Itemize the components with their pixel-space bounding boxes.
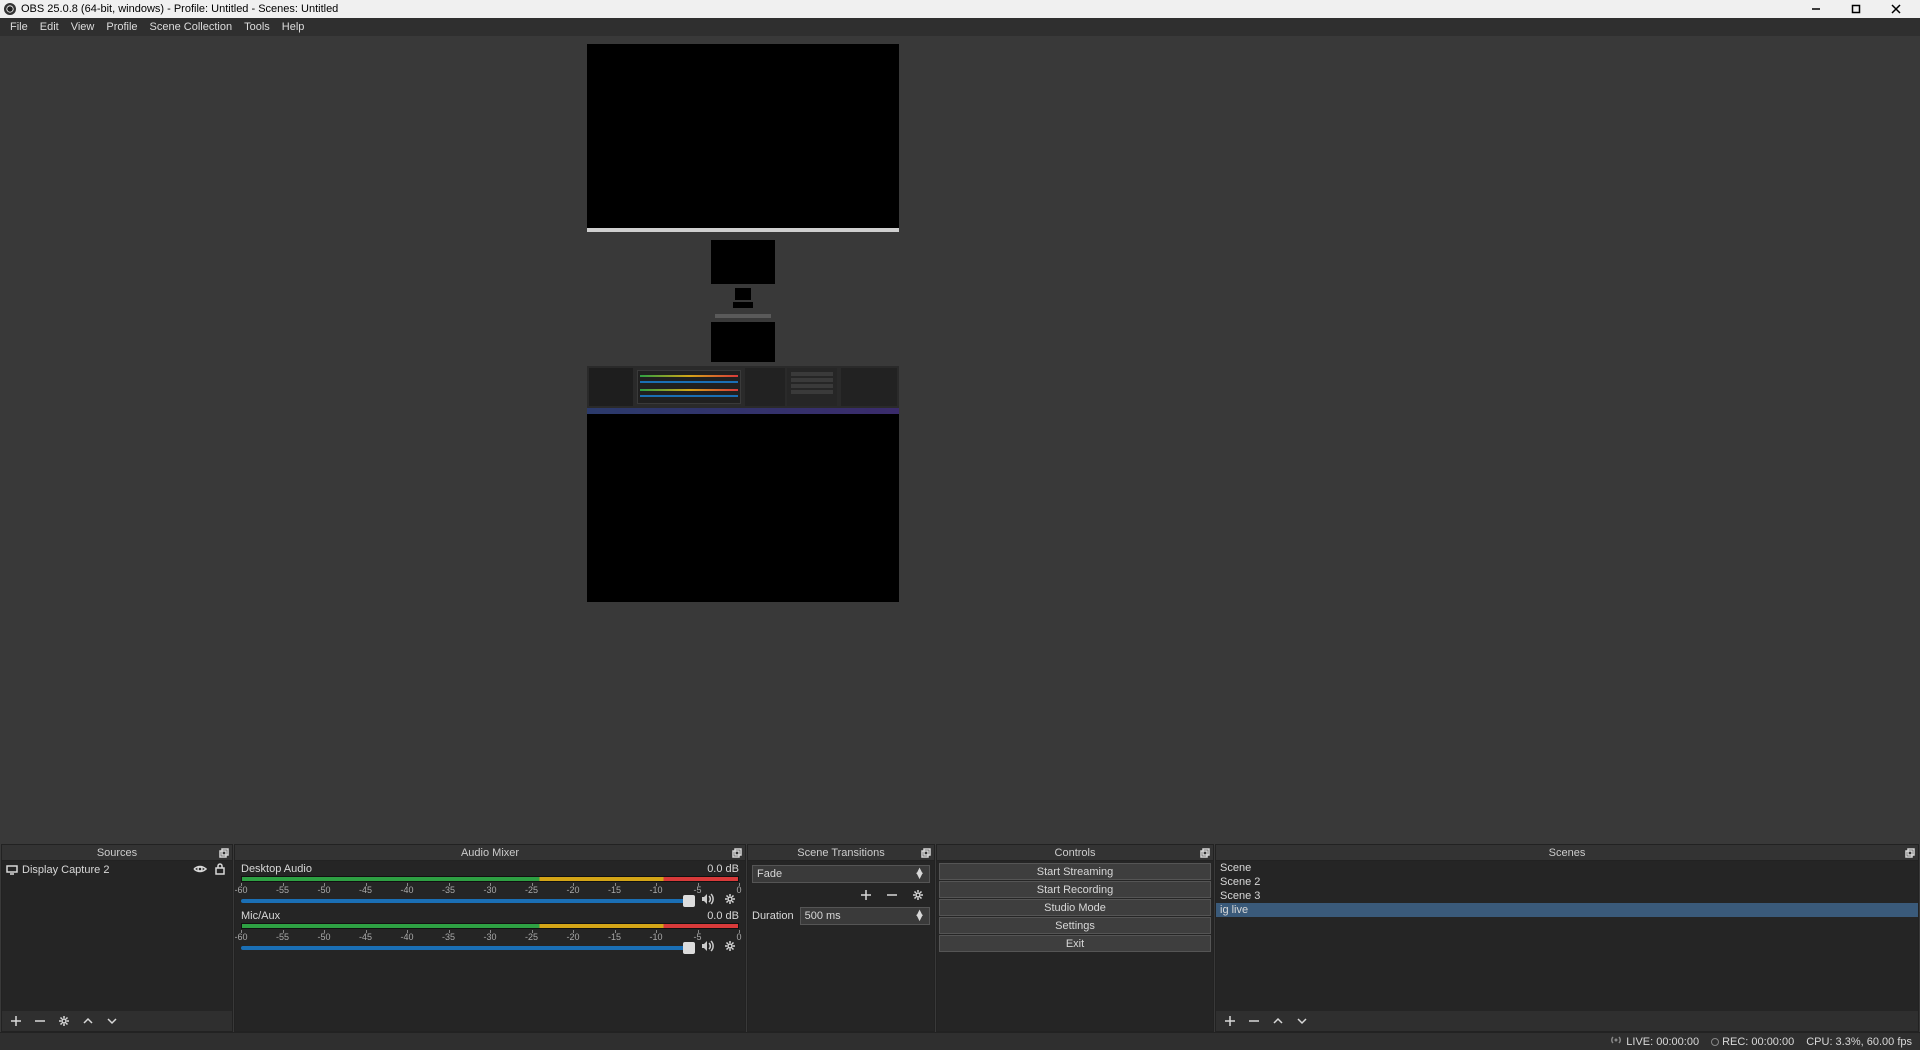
duration-spinner[interactable]: 500 ms ▲▼ [800,907,930,925]
mixer-popout-icon[interactable] [729,846,745,860]
move-source-down-button[interactable] [104,1013,120,1029]
controls-title: Controls [1055,847,1096,859]
duration-label: Duration [752,910,794,922]
channel-settings-button[interactable] [721,893,739,908]
settings-button[interactable]: Settings [939,917,1211,934]
record-status: REC: 00:00:00 [1711,1036,1794,1048]
vu-meter [241,923,739,929]
sources-title: Sources [97,847,137,859]
cpu-text: CPU: 3.3%, 60.00 fps [1806,1036,1912,1048]
scenes-popout-icon[interactable] [1902,846,1918,860]
remove-source-button[interactable] [32,1013,48,1029]
mixer-channel: Mic/Aux 0.0 dB -60-55-50-45-40-35-30-25-20… [235,908,745,955]
add-scene-button[interactable] [1222,1013,1238,1029]
mute-button[interactable] [699,940,717,955]
channel-settings-button[interactable] [721,940,739,955]
obs-logo-icon [4,3,16,15]
menu-edit[interactable]: Edit [34,21,65,33]
stream-status: LIVE: 00:00:00 [1610,1034,1699,1049]
combo-arrows-icon: ▲▼ [914,869,925,879]
scenes-dock: Scenes SceneScene 2Scene 3ig live [1215,844,1919,1032]
add-transition-button[interactable] [858,887,874,903]
visibility-toggle-icon[interactable] [192,864,208,877]
window-title: OBS 25.0.8 (64-bit, windows) - Profile: … [21,3,338,15]
mixer-channel: Desktop Audio 0.0 dB -60-55-50-45-40-35-30… [235,861,745,908]
maximize-button[interactable] [1836,0,1876,18]
move-source-up-button[interactable] [80,1013,96,1029]
scenes-title: Scenes [1549,847,1586,859]
studio-mode-button[interactable]: Studio Mode [939,899,1211,916]
channel-level: 0.0 dB [707,863,739,875]
sources-dock: Sources Display Capture 2 [1,844,233,1032]
add-source-button[interactable] [8,1013,24,1029]
remove-transition-button[interactable] [884,887,900,903]
start-streaming-button[interactable]: Start Streaming [939,863,1211,880]
channel-level: 0.0 dB [707,910,739,922]
exit-button[interactable]: Exit [939,935,1211,952]
scene-row[interactable]: ig live [1216,903,1918,917]
menu-profile[interactable]: Profile [100,21,143,33]
slider-thumb[interactable] [683,942,695,954]
transition-selected: Fade [757,868,782,880]
source-row[interactable]: Display Capture 2 [2,861,232,879]
source-label: Display Capture 2 [22,864,188,876]
scene-row[interactable]: Scene 3 [1216,889,1918,903]
preview-area[interactable] [0,36,1920,844]
minimize-button[interactable] [1796,0,1836,18]
scenes-list[interactable]: SceneScene 2Scene 3ig live [1216,861,1918,1011]
menu-view[interactable]: View [65,21,101,33]
channel-name: Desktop Audio [241,863,312,875]
volume-slider[interactable] [241,899,695,903]
titlebar: OBS 25.0.8 (64-bit, windows) - Profile: … [0,0,1920,18]
menu-file[interactable]: File [4,21,34,33]
record-dot-icon [1711,1038,1719,1046]
start-recording-button[interactable]: Start Recording [939,881,1211,898]
menu-scene-collection[interactable]: Scene Collection [144,21,239,33]
controls-dock: Controls Start StreamingStart RecordingS… [936,844,1214,1032]
audio-mixer-dock: Audio Mixer Desktop Audio 0.0 dB -60-55-50… [234,844,746,1032]
menubar: File Edit View Profile Scene Collection … [0,18,1920,36]
spinner-arrows-icon: ▲▼ [914,911,925,921]
move-scene-up-button[interactable] [1270,1013,1286,1029]
slider-thumb[interactable] [683,895,695,907]
transitions-popout-icon[interactable] [918,846,934,860]
live-text: LIVE: 00:00:00 [1626,1036,1699,1048]
sources-list[interactable]: Display Capture 2 [2,861,232,1011]
transition-properties-button[interactable] [910,887,926,903]
controls-popout-icon[interactable] [1197,846,1213,860]
mixer-title: Audio Mixer [461,847,519,859]
scene-row[interactable]: Scene 2 [1216,875,1918,889]
statusbar: LIVE: 00:00:00 REC: 00:00:00 CPU: 3.3%, … [0,1032,1920,1050]
lock-toggle-icon[interactable] [212,863,228,878]
duration-value: 500 ms [805,910,841,922]
broadcast-icon [1610,1034,1622,1049]
transitions-title: Scene Transitions [797,847,884,859]
close-button[interactable] [1876,0,1916,18]
channel-name: Mic/Aux [241,910,280,922]
meter-ticks: -60-55-50-45-40-35-30-25-20-15-10-50 [241,930,739,938]
sources-popout-icon[interactable] [216,846,232,860]
scene-row[interactable]: Scene [1216,861,1918,875]
meter-ticks: -60-55-50-45-40-35-30-25-20-15-10-50 [241,883,739,891]
rec-text: REC: 00:00:00 [1722,1036,1794,1048]
vu-meter [241,876,739,882]
docks-row: Sources Display Capture 2 Audio Mixer De… [0,844,1920,1032]
mute-button[interactable] [699,893,717,908]
source-properties-button[interactable] [56,1013,72,1029]
preview-canvas[interactable] [587,44,899,602]
mixer-body: Desktop Audio 0.0 dB -60-55-50-45-40-35-30… [235,861,745,1031]
move-scene-down-button[interactable] [1294,1013,1310,1029]
transition-select[interactable]: Fade ▲▼ [752,865,930,883]
menu-help[interactable]: Help [276,21,311,33]
volume-slider[interactable] [241,946,695,950]
menu-tools[interactable]: Tools [238,21,276,33]
display-capture-icon [6,865,18,875]
transitions-dock: Scene Transitions Fade ▲▼ Duration 500 m… [747,844,935,1032]
remove-scene-button[interactable] [1246,1013,1262,1029]
